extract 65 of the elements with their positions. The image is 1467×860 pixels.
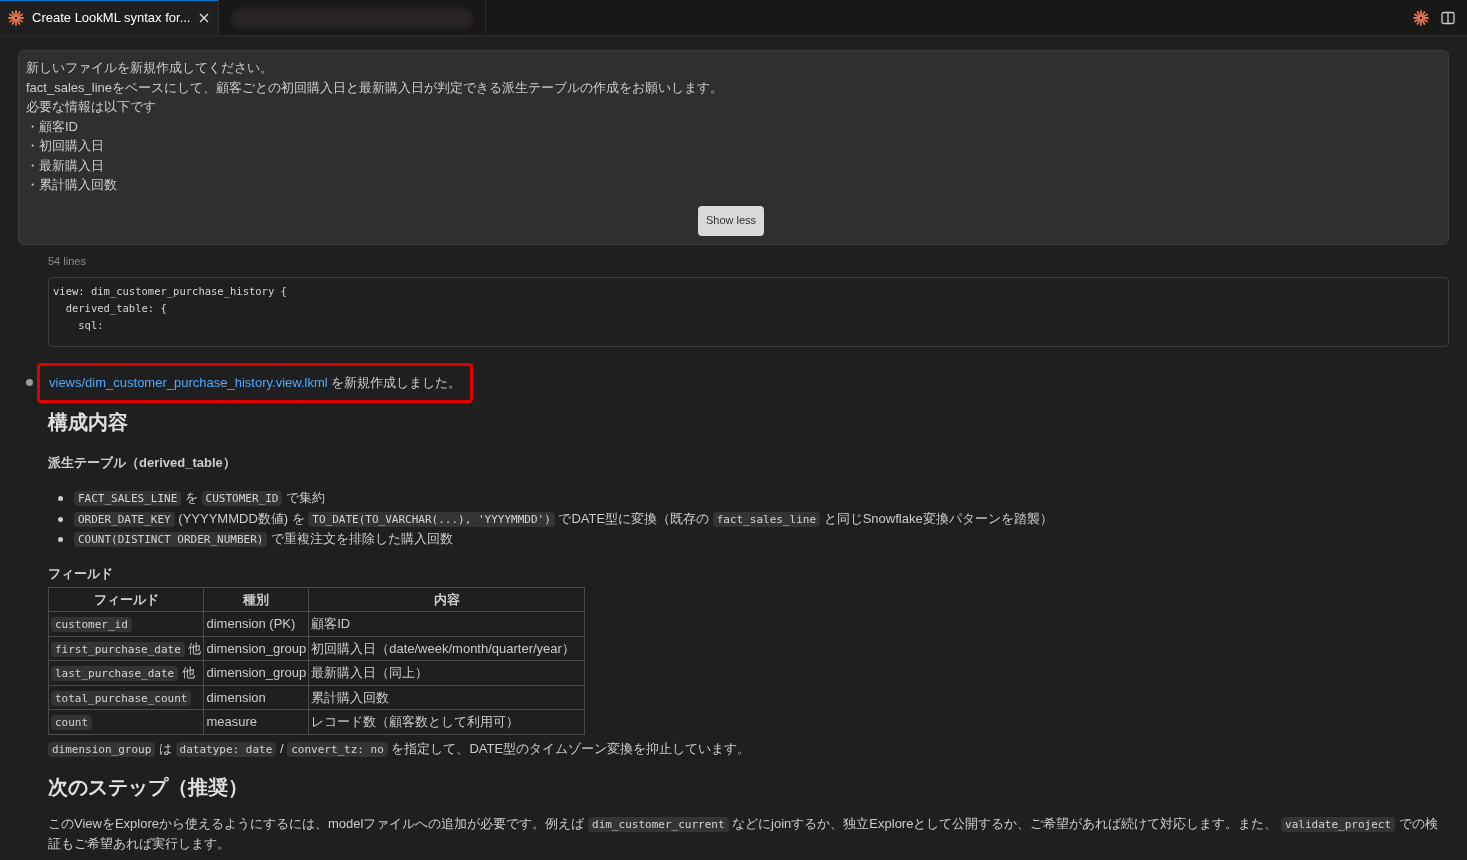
paragraph: このViewをExploreから使えるようにするには、modelファイルへの追加が必要です。例えば dim_customer_current などにjoinするか、独立Exploreとして公開するか、ご希望があれば続けて対応します。また、 validate_project での検証もご希望あれば実行します。 xyxy=(48,815,1439,853)
table-cell: dimension xyxy=(203,685,309,710)
section-heading: 次のステップ（推奨） xyxy=(48,775,248,800)
inline-code: ORDER_DATE_KEY xyxy=(74,511,175,527)
text: / xyxy=(278,740,285,756)
text: 他 xyxy=(180,665,195,680)
prompt-line: 必要な情報は以下です xyxy=(26,98,157,116)
column-header: フィールド xyxy=(48,587,204,612)
text: と同じSnowflake変換パターンを踏襲） xyxy=(822,510,1053,526)
text: (YYYYMMDD数値) を xyxy=(177,510,306,526)
inline-code: convert_tz: no xyxy=(287,741,388,757)
text: を新規作成しました。 xyxy=(330,375,462,390)
split-editor-icon[interactable] xyxy=(1441,10,1455,25)
text: を指定して、DATE型のタイムゾーン変換を抑止しています。 xyxy=(390,740,751,756)
inline-code: first_purchase_date xyxy=(51,641,185,657)
inline-code: FACT_SALES_LINE xyxy=(74,491,182,506)
inline-code: fact_sales_line xyxy=(712,511,821,527)
prompt-line: ・初回購入日 xyxy=(26,137,105,155)
table-cell: dimension_group xyxy=(203,660,309,685)
code-line: derived_table: { xyxy=(64,301,167,317)
close-icon[interactable] xyxy=(198,12,211,24)
inline-code: total_purchase_count xyxy=(51,690,192,706)
text: でDATE型に変換（既存の xyxy=(557,510,711,526)
code-line: view: dim_customer_purchase_history { xyxy=(53,284,287,300)
line-count: 54 lines xyxy=(48,253,87,269)
text: 他 xyxy=(187,640,202,656)
text: で重複注文を排除した購入回数 xyxy=(270,531,454,546)
text: で集約 xyxy=(285,490,326,505)
table-cell: dimension_group xyxy=(203,636,309,661)
table-cell: 累計購入回数 xyxy=(308,685,585,710)
inline-code: validate_project xyxy=(1281,817,1395,832)
starburst-icon xyxy=(8,10,24,26)
inline-code: CUSTOMER_ID xyxy=(201,491,283,506)
section-heading: 構成内容 xyxy=(48,409,128,435)
table-cell: measure xyxy=(203,709,309,734)
inline-code: COUNT(DISTINCT ORDER_NUMBER) xyxy=(74,532,268,547)
inline-code: TO_DATE(TO_VARCHAR(...), 'YYYYMMDD') xyxy=(308,511,555,527)
code-line: sql: xyxy=(77,318,104,333)
table-cell: レコード数（顧客数として利用可） xyxy=(308,709,585,734)
inline-code: count xyxy=(51,715,93,730)
column-header: 種別 xyxy=(203,587,309,612)
prompt-line: ・顧客ID xyxy=(26,117,79,136)
starburst-icon xyxy=(1413,9,1429,26)
prompt-line: fact_sales_lineをベースにして、顧客ごとの初回購入日と最新購入日が判定できる派生テーブルの作成をお願いします。 xyxy=(26,78,724,97)
table-cell: 初回購入日（date/week/month/quarter/year） xyxy=(308,636,585,661)
file-link[interactable]: views/dim_customer_purchase_history.view.lkml xyxy=(49,375,328,390)
prompt-line: 新しいファイルを新規作成してください。 xyxy=(26,59,274,77)
editor-tab[interactable]: Create LookML syntax for... xyxy=(0,0,219,35)
prompt-line: ・累計購入回数 xyxy=(26,176,118,194)
prompt-line: ・最新購入日 xyxy=(26,156,105,175)
inline-code: datatype: date xyxy=(175,741,277,757)
inline-code: dimension_group xyxy=(48,741,156,757)
tab-title: Create LookML syntax for... xyxy=(32,9,191,28)
text: は xyxy=(157,740,173,756)
subsection-title: 派生テーブル（derived_table） xyxy=(48,453,236,472)
show-less-button[interactable]: Show less xyxy=(697,205,765,236)
table-cell: dimension (PK) xyxy=(203,611,309,636)
inline-code: customer_id xyxy=(51,617,132,632)
inline-code: last_purchase_date xyxy=(51,666,179,681)
subsection-title: フィールド xyxy=(48,564,113,583)
text: を xyxy=(183,490,199,505)
table-cell: 顧客ID xyxy=(308,611,585,636)
inline-code: dim_customer_current xyxy=(588,817,729,832)
column-header: 内容 xyxy=(308,587,585,612)
table-cell: 最新購入日（同上） xyxy=(308,660,585,685)
